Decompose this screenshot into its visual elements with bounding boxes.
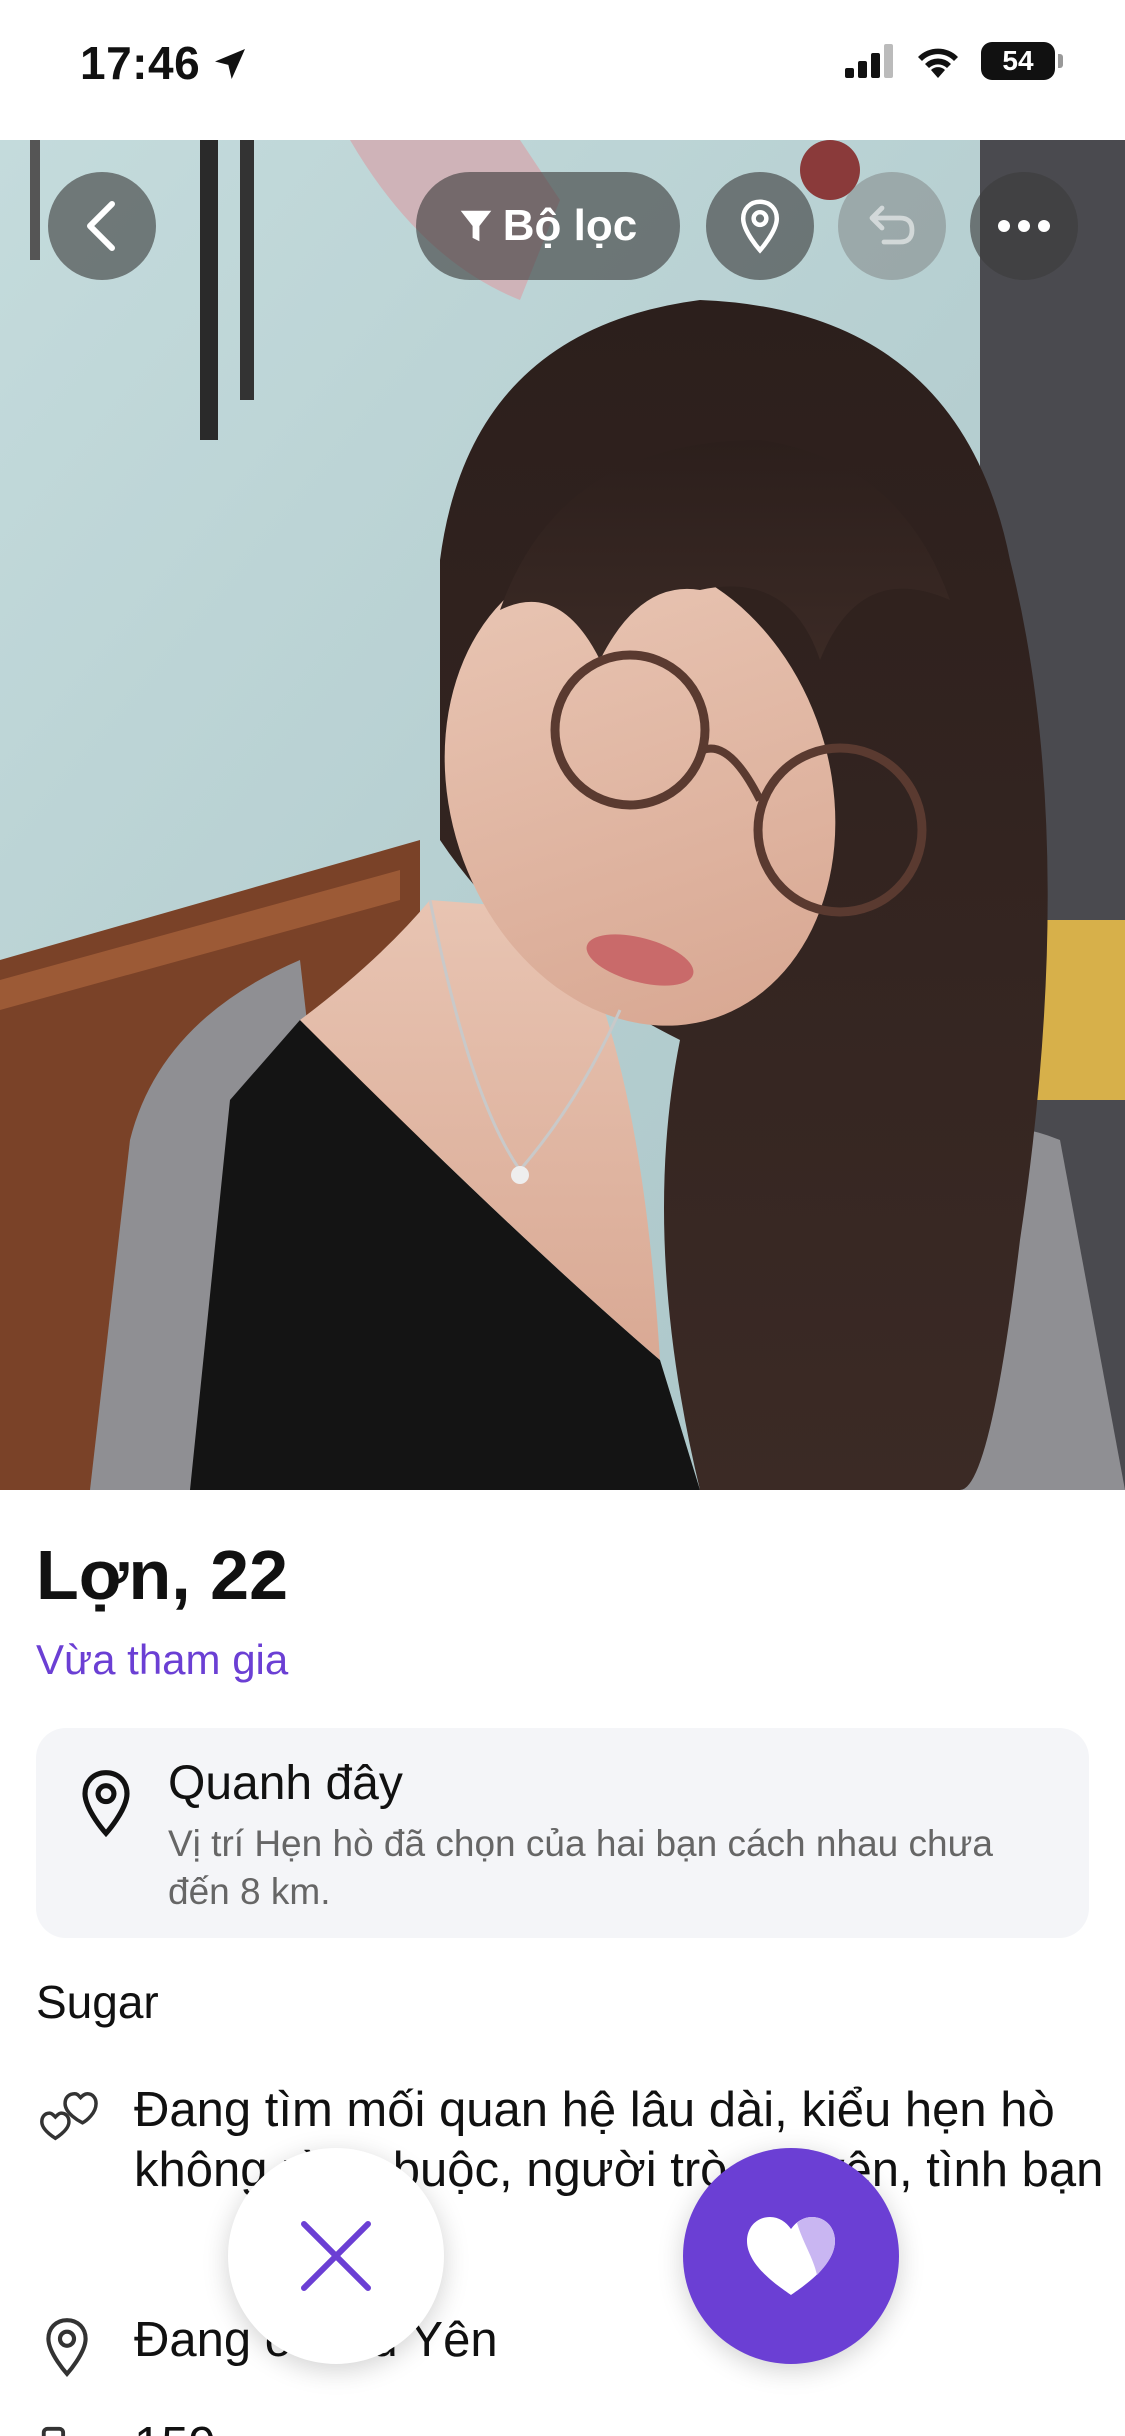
battery-icon: 54 <box>981 42 1063 80</box>
profile-tag: Sugar <box>36 1976 159 2028</box>
undo-button[interactable] <box>838 172 946 280</box>
filter-button[interactable]: Bộ lọc <box>416 172 680 280</box>
location-description: Vị trí Hẹn hò đã chọn của hai bạn cách n… <box>168 1823 993 1912</box>
location-title: Quanh đây <box>168 1757 403 1810</box>
hearts-icon <box>40 2092 98 2141</box>
location-arrow-icon <box>215 49 245 79</box>
joined-status: Vừa tham gia <box>36 1636 289 1683</box>
more-options-button[interactable] <box>970 172 1078 280</box>
status-time: 17:46 <box>80 37 201 89</box>
back-chevron-icon <box>87 201 115 251</box>
back-button[interactable] <box>48 172 156 280</box>
heart-icon <box>747 2217 835 2295</box>
location-pin-icon <box>46 2318 88 2377</box>
wifi-icon <box>918 48 958 78</box>
photo-illustration <box>0 140 1125 1490</box>
more-dots-icon <box>998 220 1050 232</box>
filter-icon <box>460 210 492 242</box>
pass-button[interactable] <box>228 2148 444 2364</box>
location-card: Quanh đây Vị trí Hẹn hò đã chọn của hai … <box>36 1728 1089 1938</box>
signal-icon <box>845 44 893 78</box>
status-bar: 17:46 54 <box>0 0 1125 140</box>
ruler-icon <box>41 2426 66 2436</box>
location-pin-icon <box>82 1770 130 1838</box>
close-x-icon <box>301 2221 371 2291</box>
profile-photo[interactable] <box>0 140 1125 1490</box>
filter-label: Bộ lọc <box>502 201 638 250</box>
location-button[interactable] <box>706 172 814 280</box>
location-pin-icon <box>740 199 780 254</box>
height-text: 159 <box>134 2415 1114 2436</box>
status-indicators: 54 <box>845 42 1063 80</box>
like-button[interactable] <box>683 2148 899 2364</box>
profile-name-age: Lợn, 22 <box>36 1536 289 1614</box>
undo-icon <box>869 205 915 245</box>
